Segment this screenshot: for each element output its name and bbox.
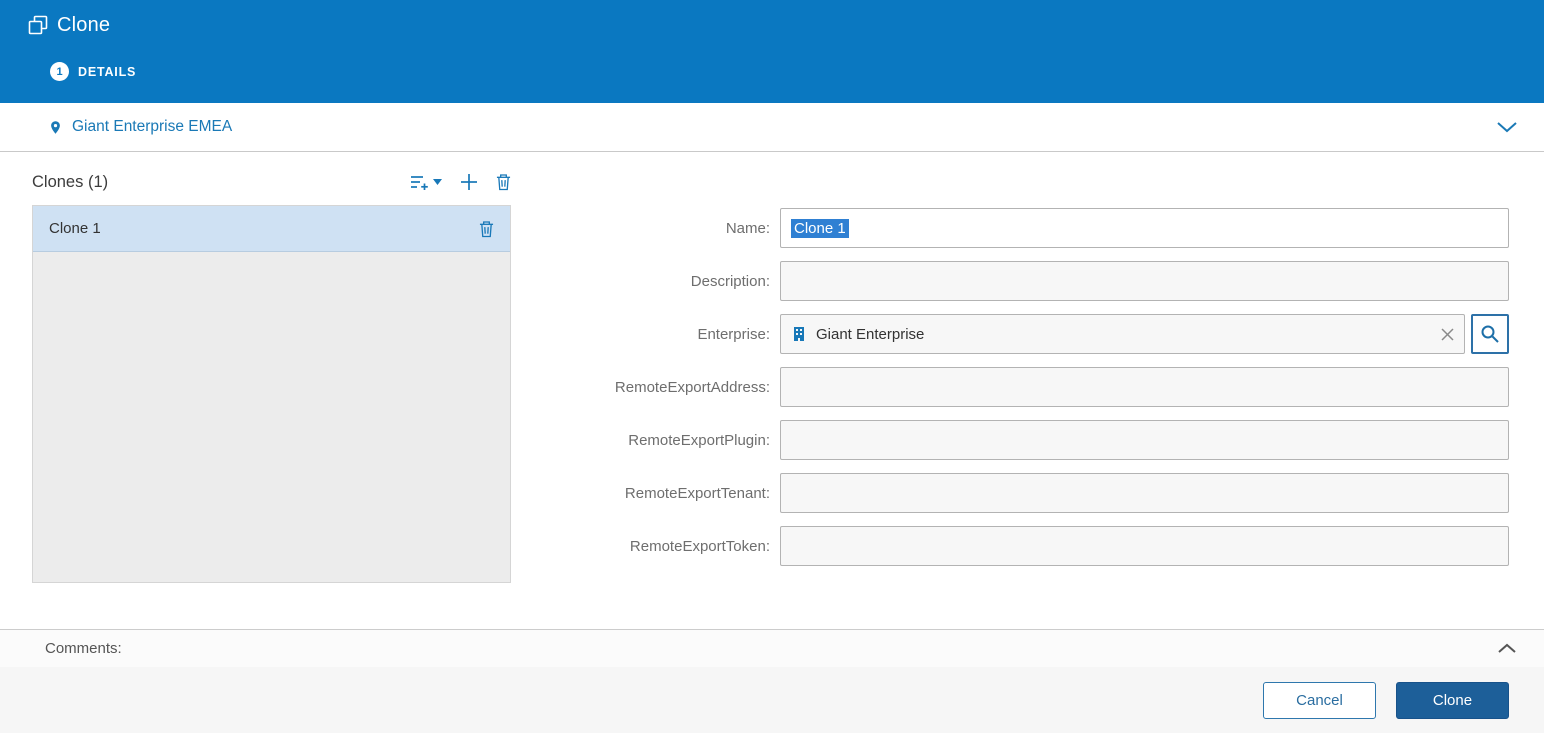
dialog-title: Clone	[57, 14, 110, 37]
step-label: DETAILS	[78, 65, 136, 79]
clone-submit-button[interactable]: Clone	[1396, 682, 1509, 719]
enterprise-building-icon	[791, 326, 807, 342]
trash-icon[interactable]	[479, 220, 494, 238]
remote-export-tenant-label: RemoteExportTenant:	[511, 485, 780, 502]
enterprise-label: Enterprise:	[511, 326, 780, 343]
chevron-up-icon[interactable]	[1497, 643, 1517, 654]
dialog-body: Clones (1)	[0, 152, 1544, 629]
clone-dialog: Clone 1 DETAILS Giant Enterprise EMEA Cl…	[0, 0, 1544, 733]
cancel-button[interactable]: Cancel	[1263, 682, 1376, 719]
enterprise-input[interactable]: Giant Enterprise	[780, 314, 1465, 354]
dialog-header: Clone 1 DETAILS	[0, 0, 1544, 103]
plus-icon	[460, 173, 478, 191]
add-clone-button[interactable]	[460, 173, 478, 191]
clones-panel: Clones (1)	[32, 152, 511, 629]
enterprise-search-button[interactable]	[1471, 314, 1509, 354]
clone-item-name: Clone 1	[49, 220, 101, 237]
enterprise-context-bar[interactable]: Giant Enterprise EMEA	[0, 103, 1544, 152]
name-value-selected: Clone 1	[791, 219, 849, 238]
enterprise-value: Giant Enterprise	[816, 326, 924, 343]
remote-export-plugin-input[interactable]	[780, 420, 1509, 460]
remote-export-address-label: RemoteExportAddress:	[511, 379, 780, 396]
name-label: Name:	[511, 220, 780, 237]
remote-export-plugin-label: RemoteExportPlugin:	[511, 432, 780, 449]
remote-export-tenant-input[interactable]	[780, 473, 1509, 513]
clones-list: Clone 1	[32, 205, 511, 583]
enterprise-context-label: Giant Enterprise EMEA	[72, 118, 232, 136]
location-pin-icon	[48, 118, 63, 137]
comments-toggle[interactable]: Comments:	[0, 629, 1544, 667]
description-input[interactable]	[780, 261, 1509, 301]
description-label: Description:	[511, 273, 780, 290]
clones-panel-title: Clones (1)	[32, 173, 108, 192]
remote-export-address-input[interactable]	[780, 367, 1509, 407]
remote-export-token-input[interactable]	[780, 526, 1509, 566]
step-number-badge: 1	[50, 62, 69, 81]
remote-export-token-label: RemoteExportToken:	[511, 538, 780, 555]
clone-icon	[28, 15, 48, 35]
wizard-step-indicator: 1 DETAILS	[50, 62, 1544, 81]
filter-icon	[410, 174, 429, 191]
search-icon	[1480, 324, 1500, 344]
chevron-down-icon[interactable]	[1496, 121, 1518, 133]
delete-clone-button[interactable]	[496, 173, 511, 191]
name-input[interactable]: Clone 1	[780, 208, 1509, 248]
clone-list-item[interactable]: Clone 1	[33, 206, 510, 252]
comments-label: Comments:	[45, 640, 122, 657]
clone-details-form: Name: Clone 1 Description: Enterprise:	[511, 152, 1509, 629]
add-filter-button[interactable]	[410, 174, 442, 191]
clear-icon[interactable]	[1441, 328, 1454, 341]
caret-down-icon	[433, 179, 442, 185]
clones-toolbar	[410, 173, 511, 191]
trash-icon	[496, 173, 511, 191]
dialog-footer: Cancel Clone	[0, 667, 1544, 733]
